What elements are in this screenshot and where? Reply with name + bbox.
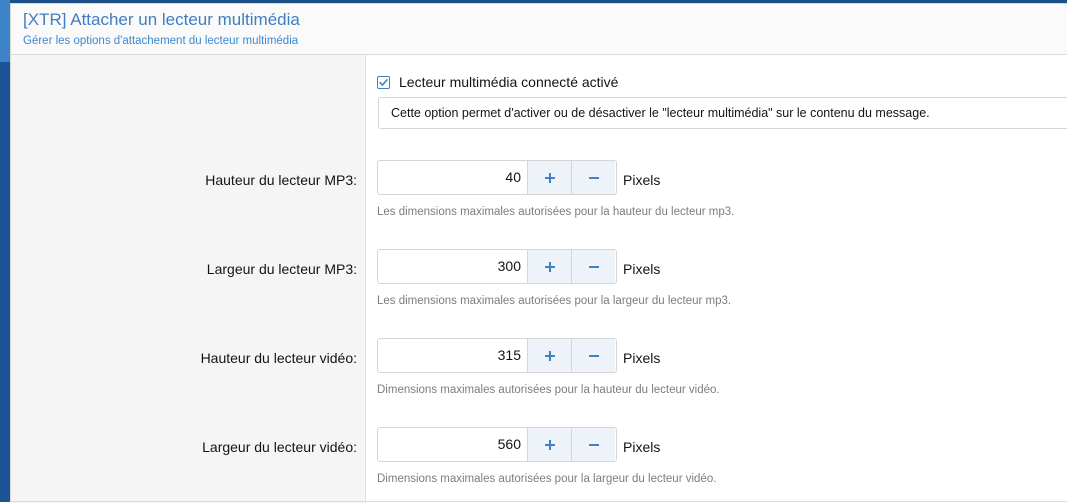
block-subtitle: Gérer les options d'attachement du lecte…: [23, 35, 299, 47]
minus-icon: [588, 354, 599, 357]
mp3-width-label: Largeur du lecteur MP3:: [206, 261, 357, 277]
mp3-width-decrement-button[interactable]: [571, 250, 615, 283]
mp3-height-increment-button[interactable]: [527, 161, 571, 194]
minus-icon: [588, 176, 599, 179]
window-left-edge-dark: [0, 62, 10, 502]
mp3-height-hint: Les dimensions maximales autorisées pour…: [377, 206, 735, 218]
mp3-width-units: Pixels: [623, 261, 661, 277]
mp3-width-spinner: [377, 249, 617, 284]
video-height-increment-button[interactable]: [527, 339, 571, 372]
options-block: [XTR] Attacher un lecteur multimédia Gér…: [10, 3, 1067, 503]
options-form: Lecteur multimédia connecté activé Cette…: [11, 55, 1067, 503]
plus-icon: [544, 261, 555, 272]
enable-media-player-checkbox[interactable]: [377, 75, 390, 89]
mp3-height-spinner: [377, 160, 617, 195]
mp3-width-increment-button[interactable]: [527, 250, 571, 283]
video-width-input[interactable]: [378, 428, 527, 461]
plus-icon: [544, 350, 555, 361]
plus-icon: [544, 172, 555, 183]
block-title: [XTR] Attacher un lecteur multimédia: [23, 10, 300, 29]
video-width-units: Pixels: [623, 439, 661, 455]
page-frame: [XTR] Attacher un lecteur multimédia Gér…: [0, 0, 1067, 503]
video-width-label: Largeur du lecteur vidéo:: [202, 439, 357, 455]
check-icon: [379, 78, 388, 86]
video-height-decrement-button[interactable]: [571, 339, 615, 372]
enable-media-player-row[interactable]: Lecteur multimédia connecté activé: [377, 72, 618, 92]
plus-icon: [544, 439, 555, 450]
mp3-height-decrement-button[interactable]: [571, 161, 615, 194]
video-height-units: Pixels: [623, 350, 661, 366]
video-height-label: Hauteur du lecteur vidéo:: [200, 350, 357, 366]
video-height-hint: Dimensions maximales autorisées pour la …: [377, 384, 720, 396]
enable-media-player-explain: Cette option permet d'activer ou de désa…: [378, 97, 1067, 129]
mp3-height-units: Pixels: [623, 172, 661, 188]
mp3-width-input[interactable]: [378, 250, 527, 283]
mp3-height-label: Hauteur du lecteur MP3:: [205, 172, 357, 188]
mp3-width-hint: Les dimensions maximales autorisées pour…: [377, 295, 732, 307]
label-column: [11, 55, 366, 503]
video-width-hint: Dimensions maximales autorisées pour la …: [377, 473, 717, 485]
video-height-spinner: [377, 338, 617, 373]
block-header: [XTR] Attacher un lecteur multimédia Gér…: [11, 4, 1067, 55]
enable-media-player-label: Lecteur multimédia connecté activé: [399, 74, 619, 90]
video-height-input[interactable]: [378, 339, 527, 372]
video-width-spinner: [377, 427, 617, 462]
minus-icon: [588, 265, 599, 268]
video-width-increment-button[interactable]: [527, 428, 571, 461]
minus-icon: [588, 443, 599, 446]
video-width-decrement-button[interactable]: [571, 428, 615, 461]
mp3-height-input[interactable]: [378, 161, 527, 194]
